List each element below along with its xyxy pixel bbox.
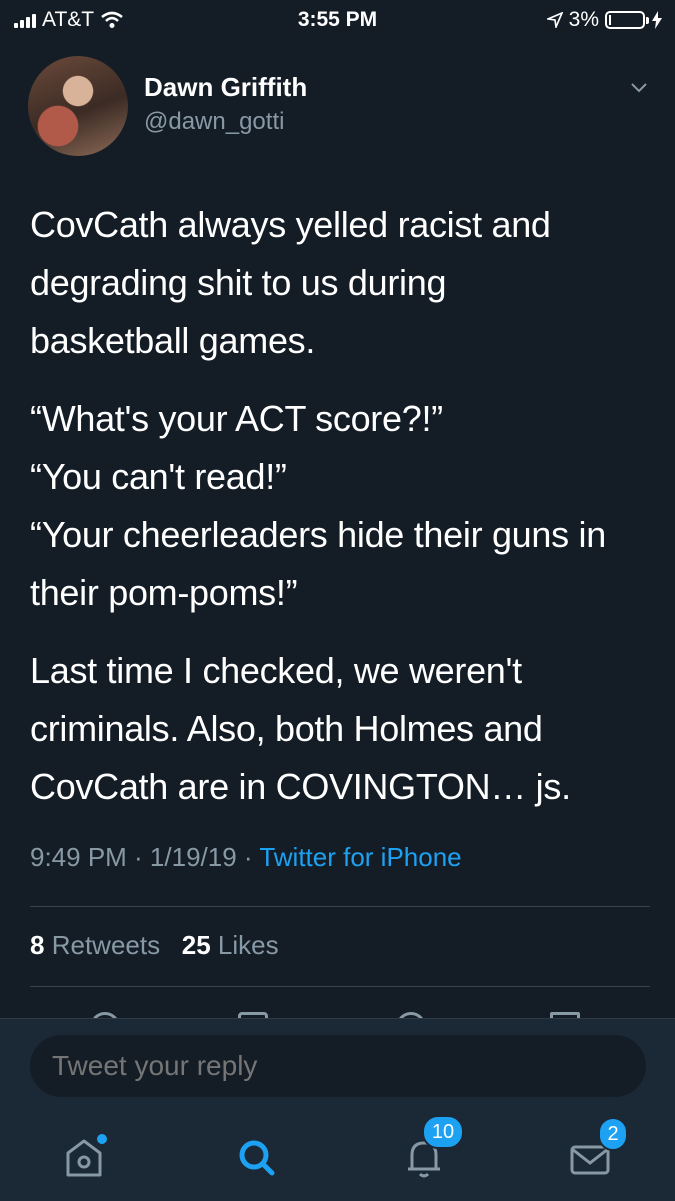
tweet-line: basketball games. [30, 320, 316, 361]
likes-label: Likes [217, 930, 279, 960]
tweet-line: “You can't read!” [30, 456, 287, 497]
retweets-stat[interactable]: 8 Retweets [30, 930, 160, 960]
location-arrow-icon [546, 12, 563, 28]
search-icon [239, 1140, 275, 1176]
tweet-source-link[interactable]: Twitter for iPhone [259, 842, 461, 872]
reply-input[interactable] [30, 1035, 646, 1097]
tweet-paragraph: Last time I checked, we weren't criminal… [30, 642, 650, 816]
divider [30, 906, 650, 907]
reply-and-tab-bar: 10 2 [0, 1018, 675, 1201]
battery-icon [605, 11, 649, 29]
tab-messages[interactable]: 2 [562, 1117, 628, 1185]
tweet-line: Last time I checked, we weren't [30, 650, 522, 691]
tweet-timestamp: 9:49 PM · 1/19/19 · [30, 842, 253, 872]
likes-count: 25 [181, 930, 211, 960]
likes-stat[interactable]: 25 Likes [182, 930, 279, 960]
charging-bolt-icon [652, 11, 662, 29]
tweet-line: their pom-poms!” [30, 572, 298, 613]
avatar[interactable] [28, 56, 128, 156]
tweet-text: CovCath always yelled racist and degradi… [30, 196, 650, 836]
author-name[interactable]: Dawn Griffith [144, 72, 307, 103]
battery-percent: 3% [568, 8, 599, 31]
tweet-line: CovCath are in COVINGTON… js. [30, 766, 571, 807]
home-icon [66, 1134, 107, 1177]
author-handle[interactable]: @dawn_gotti [144, 108, 284, 136]
tweet-line: criminals. Also, both Holmes and [30, 708, 543, 749]
tweet-line: “What's your ACT score?!” [30, 398, 443, 439]
retweets-count: 8 [30, 930, 45, 960]
tweet-stats: 8 Retweets 25 Likes [30, 930, 279, 961]
status-bar: AT&T 3:55 PM 3% [0, 0, 675, 38]
status-right: 3% [546, 8, 663, 32]
retweets-label: Retweets [51, 930, 161, 960]
divider [30, 986, 650, 987]
tab-home[interactable] [56, 1125, 116, 1185]
chevron-down-icon[interactable] [631, 80, 647, 96]
tweet-paragraph: CovCath always yelled racist and degradi… [30, 196, 650, 370]
tab-search[interactable] [228, 1125, 288, 1185]
tab-notifications[interactable]: 10 [394, 1115, 464, 1185]
tweet-line: “Your cheerleaders hide their guns in [30, 514, 606, 555]
tweet-paragraph: “What's your ACT score?!” “You can't rea… [30, 390, 650, 622]
tweet-meta: 9:49 PM · 1/19/19 · Twitter for iPhone [30, 842, 462, 873]
tweet-line: degrading shit to us during [30, 262, 447, 303]
messages-badge: 2 [598, 1117, 628, 1151]
tweet-line: CovCath always yelled racist and [30, 204, 551, 245]
notifications-badge: 10 [422, 1115, 464, 1149]
